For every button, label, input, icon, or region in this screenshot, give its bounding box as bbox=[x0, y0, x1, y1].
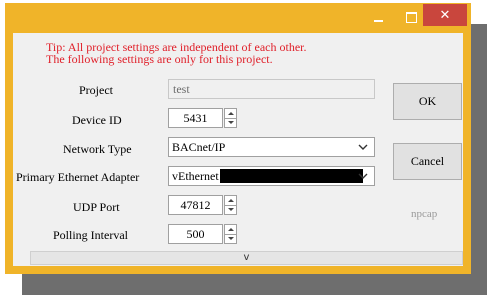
dialog-body: Tip: All project settings are independen… bbox=[13, 33, 463, 266]
maximize-icon bbox=[405, 11, 417, 23]
chevron-down-icon bbox=[358, 144, 368, 150]
udp-port-label: UDP Port bbox=[73, 200, 120, 214]
network-type-value: BACnet/IP bbox=[172, 140, 226, 154]
udp-port-stepper[interactable] bbox=[224, 195, 237, 215]
stepper-down-icon[interactable] bbox=[225, 118, 236, 127]
minimize-icon bbox=[373, 20, 383, 22]
redacted-block bbox=[220, 169, 363, 183]
stepper-down-icon[interactable] bbox=[225, 205, 236, 214]
tip-text: Tip: All project settings are independen… bbox=[46, 41, 307, 65]
ok-button[interactable]: OK bbox=[393, 83, 462, 120]
npcap-label: npcap bbox=[411, 208, 438, 220]
settings-dialog: ✕ Tip: All project settings are independ… bbox=[5, 3, 471, 274]
chevron-down-icon: v bbox=[243, 252, 250, 263]
network-type-select[interactable]: BACnet/IP bbox=[168, 137, 375, 157]
adapter-value: vEthernet bbox=[172, 169, 219, 183]
expand-button[interactable]: v bbox=[30, 251, 463, 265]
project-field: test bbox=[168, 79, 375, 99]
polling-interval-input[interactable]: 500 bbox=[168, 224, 223, 244]
project-label: Project bbox=[79, 83, 113, 97]
chevron-down-icon bbox=[358, 173, 368, 179]
udp-port-input[interactable]: 47812 bbox=[168, 195, 223, 215]
close-button[interactable]: ✕ bbox=[423, 4, 467, 26]
polling-interval-label: Polling Interval bbox=[53, 228, 128, 242]
polling-interval-stepper[interactable] bbox=[224, 224, 237, 244]
minimize-button[interactable] bbox=[361, 4, 395, 30]
device-id-label: Device ID bbox=[72, 113, 122, 127]
device-id-input[interactable]: 5431 bbox=[168, 108, 223, 128]
cancel-button[interactable]: Cancel bbox=[393, 143, 462, 180]
adapter-select[interactable]: vEthernet bbox=[168, 166, 375, 186]
stepper-down-icon[interactable] bbox=[225, 234, 236, 243]
close-icon: ✕ bbox=[439, 7, 451, 23]
tip-line-2: The following settings are only for this… bbox=[46, 52, 273, 66]
device-id-stepper[interactable] bbox=[224, 108, 237, 128]
adapter-label: Primary Ethernet Adapter bbox=[16, 170, 140, 184]
project-value: test bbox=[173, 82, 190, 96]
network-type-label: Network Type bbox=[63, 142, 132, 156]
title-bar[interactable]: ✕ bbox=[5, 3, 471, 33]
